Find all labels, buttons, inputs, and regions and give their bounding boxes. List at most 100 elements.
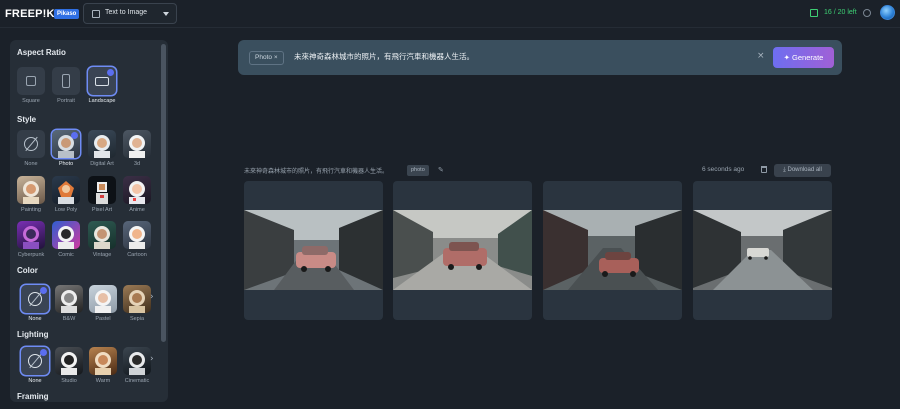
- generate-button[interactable]: ✦ Generate: [773, 47, 834, 68]
- pencil-icon[interactable]: ✎: [438, 166, 444, 174]
- style-pixel-art-label: Pixel Art: [91, 207, 113, 213]
- portrait-icon: [62, 74, 70, 88]
- street-car-image: [693, 210, 832, 290]
- style-cartoon-option[interactable]: Cartoon: [123, 221, 151, 258]
- check-icon: [71, 132, 78, 139]
- color-sepia-option[interactable]: Sepia: [123, 285, 151, 322]
- sparkle-icon: ✦: [783, 53, 793, 62]
- style-low-poly-option[interactable]: Low Poly: [52, 176, 80, 213]
- trash-icon[interactable]: [761, 166, 767, 173]
- color-sepia-label: Sepia: [129, 316, 145, 322]
- style-low-poly-label: Low Poly: [54, 207, 78, 213]
- mode-dropdown[interactable]: Text to Image: [83, 3, 177, 24]
- lighting-none-option[interactable]: None: [21, 347, 49, 384]
- color-title: Color: [17, 266, 38, 275]
- style-chip[interactable]: Photo ×: [249, 51, 284, 65]
- color-bw-label: B&W: [62, 316, 76, 322]
- color-pastel-option[interactable]: Pastel: [89, 285, 117, 322]
- chevron-right-icon[interactable]: ›: [150, 292, 154, 302]
- chevron-right-icon[interactable]: ›: [150, 354, 154, 364]
- lighting-warm-option[interactable]: Warm: [89, 347, 117, 384]
- color-none-option[interactable]: None: [21, 285, 49, 322]
- astronaut-thumbnail: [58, 181, 74, 204]
- lighting-warm-label: Warm: [95, 378, 111, 384]
- info-icon[interactable]: [863, 9, 871, 17]
- aspect-portrait-label: Portrait: [57, 98, 75, 104]
- astronaut-thumbnail: [23, 226, 39, 249]
- image-credits-icon: [810, 9, 818, 17]
- close-icon[interactable]: ×: [274, 54, 278, 61]
- square-icon: [26, 76, 36, 86]
- result-prompt-text: 未來神奇森林城市的照片，有飛行汽車和機器人生活。: [244, 168, 389, 175]
- download-all-button[interactable]: ⤓ Download all: [774, 164, 831, 177]
- street-car-image: [393, 210, 532, 290]
- prompt-bar: Photo × 未來神奇森林城市的照片，有飛行汽車和機器人生活。: [238, 40, 842, 75]
- landscape-icon: [95, 77, 109, 86]
- style-chip-label: Photo: [255, 54, 272, 61]
- top-bar: FREEP!K Pikaso Text to Image 16 / 20 lef…: [0, 0, 900, 28]
- astronaut-thumbnail: [129, 135, 145, 158]
- generate-button-label: Generate: [792, 53, 824, 62]
- result-image-3[interactable]: [543, 181, 682, 320]
- download-all-label: Download all: [787, 167, 822, 173]
- aspect-ratio-title: Aspect Ratio: [17, 48, 66, 57]
- lighting-studio-option[interactable]: Studio: [55, 347, 83, 384]
- lighting-cinematic-label: Cinematic: [124, 378, 150, 384]
- astronaut-thumbnail: [129, 290, 145, 313]
- color-pastel-label: Pastel: [95, 316, 111, 322]
- style-digital-art-option[interactable]: Digital Art: [88, 130, 116, 167]
- style-none-option[interactable]: None: [17, 130, 45, 167]
- astronaut-thumbnail: [94, 135, 110, 158]
- aspect-portrait-option[interactable]: Portrait: [52, 67, 80, 104]
- astronaut-thumbnail: [129, 181, 145, 204]
- style-cartoon-label: Cartoon: [127, 252, 147, 258]
- none-icon: [28, 292, 42, 306]
- settings-sidebar: Aspect Ratio Square Portrait Landscape S…: [10, 40, 168, 402]
- style-cyberpunk-label: Cyberpunk: [17, 252, 45, 258]
- lighting-cinematic-option[interactable]: Cinematic: [123, 347, 151, 384]
- style-3d-option[interactable]: 3d: [123, 130, 151, 167]
- astronaut-thumbnail: [129, 226, 145, 249]
- lighting-none-label: None: [28, 378, 42, 384]
- style-vintage-option[interactable]: Vintage: [88, 221, 116, 258]
- style-vintage-label: Vintage: [92, 252, 112, 258]
- freepik-logo[interactable]: FREEP!K: [5, 8, 55, 20]
- aspect-square-option[interactable]: Square: [17, 67, 45, 104]
- style-anime-option[interactable]: Anime: [123, 176, 151, 213]
- image-icon: [92, 10, 100, 18]
- astronaut-thumbnail: [129, 352, 145, 375]
- style-painting-option[interactable]: Painting: [17, 176, 45, 213]
- check-icon: [40, 349, 47, 356]
- mode-label: Text to Image: [105, 9, 148, 16]
- style-digital-art-label: Digital Art: [90, 161, 114, 167]
- result-style-tag: photo: [407, 165, 429, 176]
- result-timestamp: 6 seconds ago: [702, 166, 745, 173]
- style-comic-label: Comic: [58, 252, 74, 258]
- style-anime-label: Anime: [129, 207, 145, 213]
- clear-prompt-icon[interactable]: ×: [757, 51, 765, 61]
- chevron-down-icon: [163, 12, 169, 16]
- user-avatar[interactable]: [880, 5, 895, 20]
- aspect-landscape-label: Landscape: [88, 98, 116, 104]
- prompt-input[interactable]: 未來神奇森林城市的照片，有飛行汽車和機器人生活。: [294, 51, 474, 62]
- color-bw-option[interactable]: B&W: [55, 285, 83, 322]
- street-car-image: [543, 210, 682, 290]
- sidebar-scrollbar[interactable]: [161, 44, 166, 342]
- framing-title: Framing: [17, 392, 49, 401]
- astronaut-thumbnail: [61, 352, 77, 375]
- result-image-2[interactable]: [393, 181, 532, 320]
- astronaut-thumbnail: [96, 182, 108, 204]
- astronaut-thumbnail: [23, 181, 39, 204]
- result-image-4[interactable]: [693, 181, 832, 320]
- check-icon: [107, 69, 114, 76]
- aspect-landscape-option[interactable]: Landscape: [88, 67, 116, 104]
- result-image-1[interactable]: [244, 181, 383, 320]
- style-photo-option[interactable]: Photo: [52, 130, 80, 167]
- astronaut-thumbnail: [58, 226, 74, 249]
- pikaso-badge: Pikaso: [54, 9, 80, 19]
- style-cyberpunk-option[interactable]: Cyberpunk: [17, 221, 45, 258]
- style-title: Style: [17, 115, 37, 124]
- style-pixel-art-option[interactable]: Pixel Art: [88, 176, 116, 213]
- color-none-label: None: [28, 316, 42, 322]
- style-comic-option[interactable]: Comic: [52, 221, 80, 258]
